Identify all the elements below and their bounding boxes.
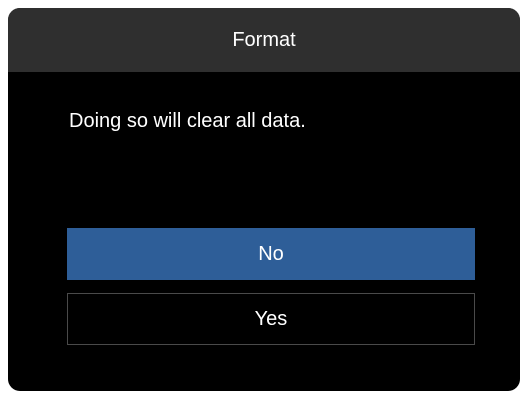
dialog-message: Doing so will clear all data. <box>69 110 306 132</box>
dialog-title-bar: Format <box>8 8 520 72</box>
screen: Format Doing so will clear all data. No … <box>0 0 528 399</box>
no-button[interactable]: No <box>67 228 475 280</box>
dialog-title: Format <box>232 28 296 51</box>
format-dialog: Format Doing so will clear all data. No … <box>8 8 520 391</box>
yes-button[interactable]: Yes <box>67 293 475 345</box>
yes-button-label: Yes <box>254 307 288 330</box>
no-button-label: No <box>258 242 284 265</box>
